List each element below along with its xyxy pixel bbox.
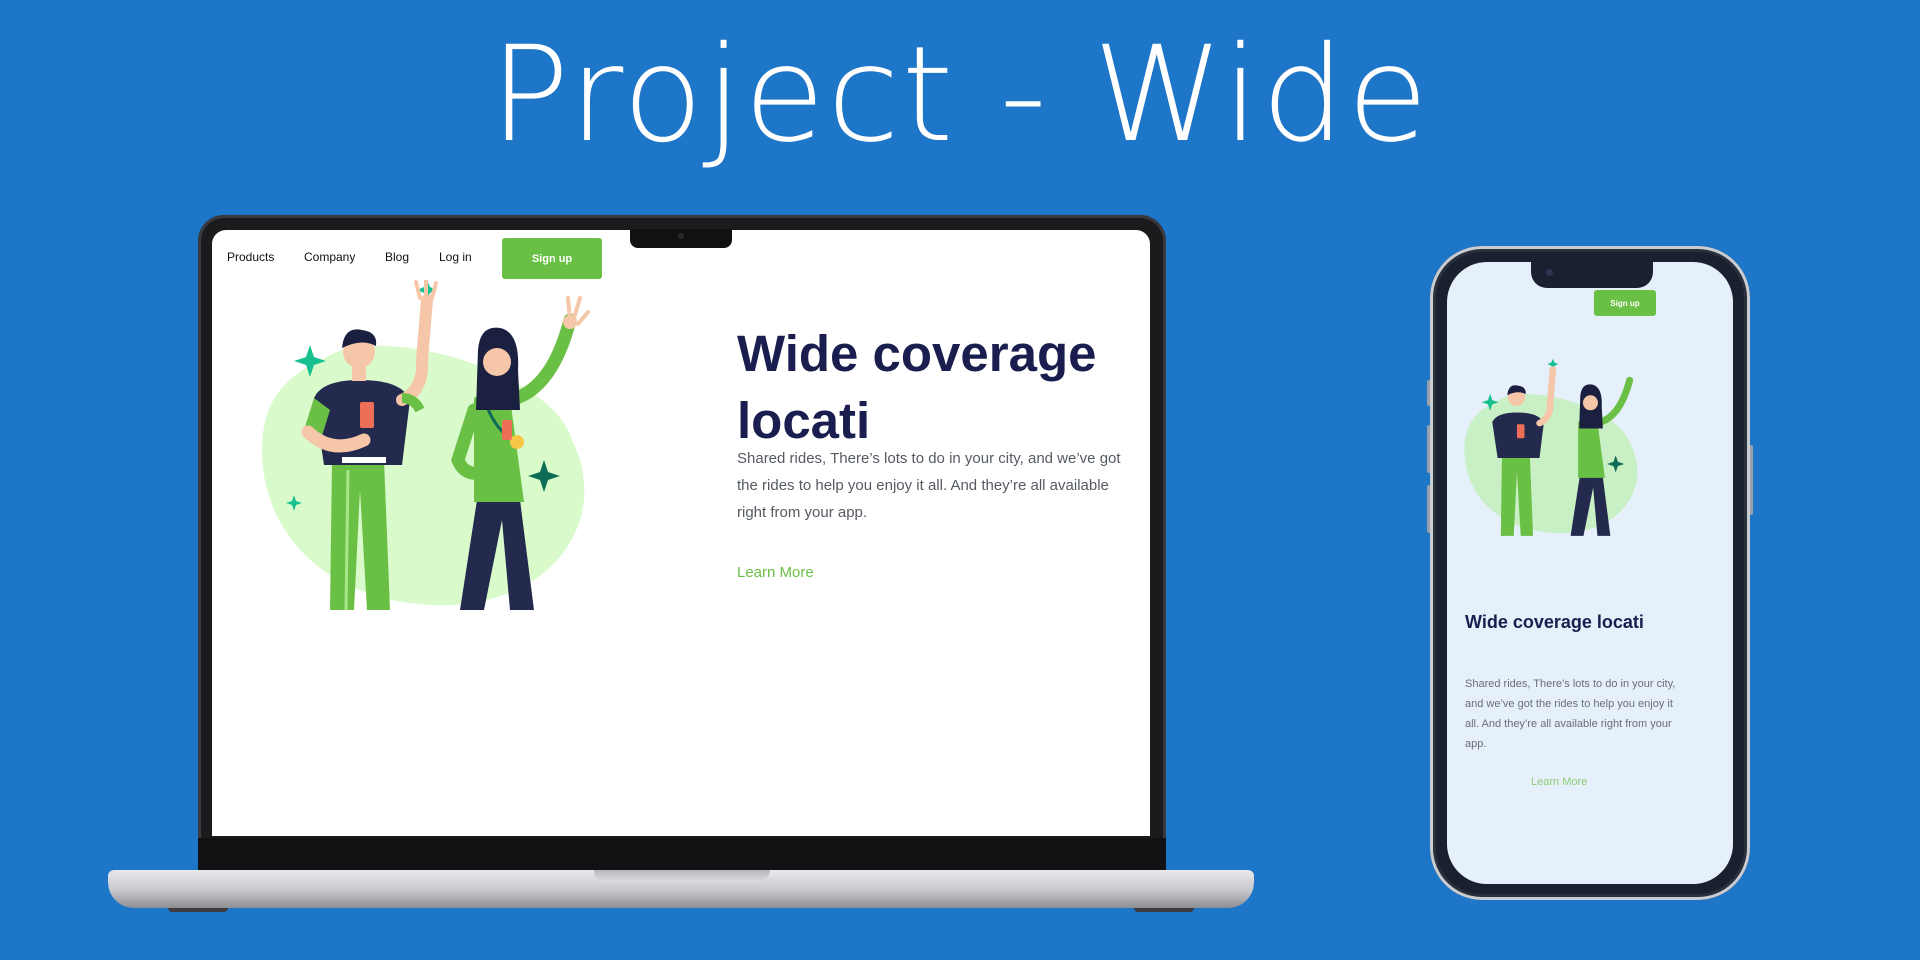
front-camera-icon bbox=[1546, 269, 1553, 276]
laptop-foot bbox=[1134, 908, 1194, 912]
laptop-screen: Products Company Blog Log in Sign up Wid… bbox=[212, 230, 1150, 836]
nav-login-link[interactable]: Log in bbox=[439, 250, 472, 264]
laptop-chin bbox=[198, 838, 1166, 870]
hero-heading: Wide coverage locati bbox=[737, 325, 1097, 449]
learn-more-link[interactable]: Learn More bbox=[737, 564, 814, 581]
signup-button[interactable]: Sign up bbox=[502, 238, 602, 279]
nav-company-link[interactable]: Company bbox=[304, 250, 355, 264]
phone-screen: Sign up Wide coverage locati Shared ride… bbox=[1447, 262, 1733, 884]
mobile-hero-body-text: Shared rides, There’s lots to do in your… bbox=[1465, 678, 1676, 750]
laptop-trackpad-groove bbox=[594, 870, 770, 882]
mobile-signup-button[interactable]: Sign up bbox=[1594, 290, 1656, 316]
mobile-learn-more-link[interactable]: Learn More bbox=[1531, 776, 1587, 788]
mobile-hero-heading: Wide coverage locati bbox=[1465, 612, 1644, 632]
nav-products-link[interactable]: Products bbox=[227, 250, 274, 264]
hero-illustration bbox=[262, 280, 590, 611]
page-title: Project - Wide bbox=[489, 18, 1431, 172]
mobile-hero-illustration bbox=[1464, 358, 1638, 536]
hero-body-text: Shared rides, There’s lots to do in your… bbox=[737, 450, 1121, 521]
nav-blog-link[interactable]: Blog bbox=[385, 250, 409, 264]
camera-icon bbox=[678, 233, 684, 239]
laptop-foot bbox=[168, 908, 228, 912]
